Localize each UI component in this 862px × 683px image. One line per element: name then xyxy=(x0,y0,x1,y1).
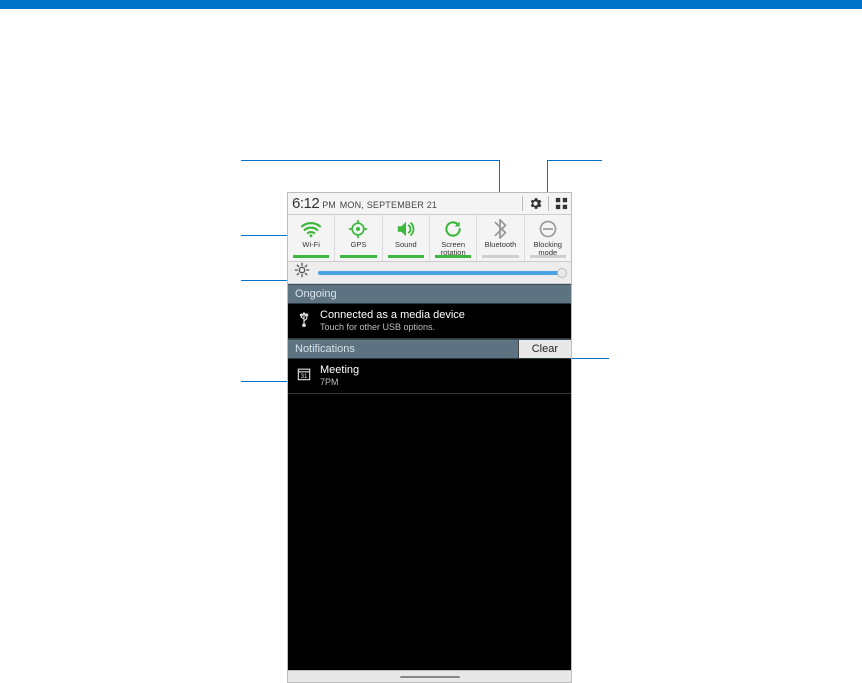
panel-drag-handle[interactable] xyxy=(288,670,571,682)
sound-icon xyxy=(395,218,417,240)
brightness-slider[interactable] xyxy=(318,271,562,275)
annotation-line xyxy=(547,160,602,161)
qs-tile-sound[interactable]: Sound xyxy=(383,215,430,261)
gps-icon xyxy=(348,218,368,240)
clear-button[interactable]: Clear xyxy=(518,340,571,358)
section-header-notifications: Notifications Clear xyxy=(288,339,571,359)
annotation-line xyxy=(241,160,500,161)
annotation-line xyxy=(241,280,288,281)
qs-tile-gps[interactable]: GPS xyxy=(335,215,382,261)
section-header-ongoing: Ongoing xyxy=(288,284,571,304)
qs-tile-rotation[interactable]: Screen rotation xyxy=(430,215,477,261)
annotation-line xyxy=(241,235,288,236)
qs-tile-bluetooth[interactable]: Bluetooth xyxy=(477,215,524,261)
wifi-icon xyxy=(300,218,322,240)
page-top-bar xyxy=(0,0,862,9)
quick-settings-row: Wi-Fi GPS Sound Screen rotation xyxy=(288,215,571,262)
usb-icon xyxy=(296,311,312,327)
svg-text:31: 31 xyxy=(301,373,308,380)
clock-ampm: PM xyxy=(322,200,336,210)
settings-icon[interactable] xyxy=(528,196,543,211)
qs-label: Wi-Fi xyxy=(302,241,320,249)
notifications-label: Notifications xyxy=(288,340,518,358)
qs-label: GPS xyxy=(351,241,367,249)
calendar-icon: 31 xyxy=(296,366,312,382)
status-header: 6:12 PM MON, SEPTEMBER 21 xyxy=(288,193,571,215)
notification-panel: 6:12 PM MON, SEPTEMBER 21 Wi-Fi GPS xyxy=(287,192,572,683)
annotation-line xyxy=(571,358,609,359)
qs-tile-wifi[interactable]: Wi-Fi xyxy=(288,215,335,261)
notif-title: Connected as a media device xyxy=(320,309,465,321)
brightness-thumb[interactable] xyxy=(557,268,567,278)
brightness-icon[interactable] xyxy=(294,262,310,283)
rotation-icon xyxy=(443,218,463,240)
annotation-line xyxy=(547,160,548,193)
annotation-line xyxy=(499,160,500,193)
notification-item-meeting[interactable]: 31 Meeting 7PM xyxy=(288,359,571,394)
notif-subtitle: Touch for other USB options. xyxy=(320,322,465,332)
divider xyxy=(548,196,549,211)
notif-title: Meeting xyxy=(320,364,359,376)
qs-label: Sound xyxy=(395,241,417,249)
blocking-icon xyxy=(538,218,558,240)
clock-date: MON, SEPTEMBER 21 xyxy=(340,200,437,210)
divider xyxy=(522,196,523,211)
quick-settings-grid-icon[interactable] xyxy=(554,196,569,211)
qs-label: Bluetooth xyxy=(485,241,517,249)
notif-subtitle: 7PM xyxy=(320,377,359,387)
clock-time: 6:12 xyxy=(292,195,319,212)
bluetooth-icon xyxy=(492,218,508,240)
qs-tile-blocking[interactable]: Blocking mode xyxy=(525,215,571,261)
brightness-row xyxy=(288,262,571,284)
ongoing-item-usb[interactable]: Connected as a media device Touch for ot… xyxy=(288,304,571,339)
annotation-line xyxy=(241,381,288,382)
